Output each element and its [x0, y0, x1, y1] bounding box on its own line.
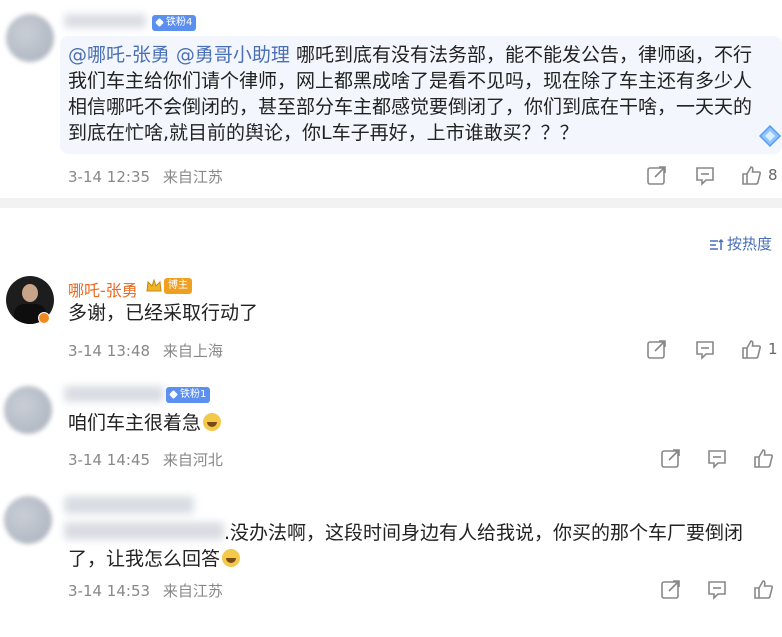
avatar[interactable]: [4, 496, 52, 544]
mention-link[interactable]: @勇哥小助理: [176, 44, 290, 66]
avatar-face: [22, 284, 38, 302]
reply-text-line-1: .没办法啊，这段时间身边有人给我说，你买的那个车厂要倒闭: [224, 522, 744, 544]
laughing-crying-emoji: [203, 413, 222, 431]
comment-line-1: @哪吒-张勇 @勇哥小助理 哪吒到底有没有法务部，能不能发公告，律师函，不行: [68, 42, 768, 68]
reply-2: 铁粉1 咱们车主很着急 3-14 14:45 来自河北: [0, 380, 782, 475]
username[interactable]: 哪吒-张勇: [68, 277, 138, 301]
reply-location: 来自江苏: [162, 582, 223, 600]
thumbs-up-icon[interactable]: [752, 578, 774, 600]
sort-by-hot-button[interactable]: 按热度: [709, 233, 772, 254]
reply-text-block: .没办法啊，这段时间身边有人给我说，你买的那个车厂要倒闭 了，让我怎么回答: [68, 520, 768, 572]
like-count: 1: [768, 340, 778, 358]
crown-icon: [146, 279, 162, 292]
fan-badge: 铁粉4: [152, 15, 197, 31]
avatar[interactable]: [6, 14, 54, 62]
comment-location: 来自江苏: [162, 168, 223, 186]
share-icon[interactable]: [660, 578, 682, 600]
thumbs-up-icon[interactable]: [740, 164, 762, 186]
thumbs-up-icon[interactable]: [752, 447, 774, 469]
reply-location: 来自河北: [162, 451, 223, 469]
comment-meta: 3-14 12:35 来自江苏: [68, 166, 231, 187]
comment-text-line: 我们车主给你们请个律师，网上都黑成啥了是看不见吗，现在除了车主还有多少人: [68, 70, 753, 92]
like-count: 8: [768, 166, 778, 184]
reply-text: 咱们车主很着急: [68, 412, 202, 434]
comment-icon[interactable]: [706, 447, 728, 469]
comment-icon[interactable]: [706, 578, 728, 600]
username-redacted: [64, 386, 164, 402]
share-icon[interactable]: [646, 164, 668, 186]
comment-text-line: 到底在忙啥,就目前的舆论，你L车子再好，上市谁敢买？？？: [68, 122, 579, 144]
reply-date: 3-14 14:53: [68, 582, 151, 600]
thumbs-up-icon[interactable]: [740, 338, 762, 360]
reply-location: 来自上海: [162, 342, 223, 360]
laughing-crying-emoji: [222, 549, 241, 567]
blogger-tag: 博主: [164, 278, 192, 294]
reply-meta: 3-14 14:45 来自河北: [68, 449, 231, 470]
diamond-decoration-icon: [758, 124, 782, 148]
mention-link[interactable]: @哪吒-张勇: [68, 44, 170, 66]
comment-icon[interactable]: [694, 338, 716, 360]
sort-label: 按热度: [726, 235, 772, 253]
reply-text-line-2: 了，让我怎么回答: [68, 546, 768, 572]
section-divider: [0, 198, 782, 208]
comment-text-line: 哪吒到底有没有法务部，能不能发公告，律师函，不行: [295, 44, 752, 66]
reply-1: 哪吒-张勇 博主 多谢，已经采取行动了 3-14 13:48 来自上海 1: [0, 270, 782, 365]
fan-badge: 铁粉1: [166, 387, 211, 403]
reply-date: 3-14 13:48: [68, 342, 151, 360]
sort-icon: [709, 238, 724, 250]
username-redacted: [64, 496, 194, 514]
share-icon[interactable]: [646, 338, 668, 360]
avatar[interactable]: [4, 386, 52, 434]
comment-icon[interactable]: [694, 164, 716, 186]
reply-date: 3-14 14:45: [68, 451, 151, 469]
comment-text: @哪吒-张勇 @勇哥小助理 哪吒到底有没有法务部，能不能发公告，律师函，不行 我…: [68, 42, 768, 146]
comment-1: 铁粉4 @哪吒-张勇 @勇哥小助理 哪吒到底有没有法务部，能不能发公告，律师函，…: [0, 0, 782, 198]
reply-meta: 3-14 13:48 来自上海: [68, 340, 231, 361]
comment-text-line: 相信哪吒不会倒闭的，甚至部分车主都感觉要倒闭了，你们到底在干啥，一天天的: [68, 96, 753, 118]
reply-meta: 3-14 14:53 来自江苏: [68, 580, 231, 601]
reply-text-row: 咱们车主很着急: [68, 410, 222, 436]
reply-text: 多谢，已经采取行动了: [68, 302, 259, 324]
username-redacted: [64, 14, 146, 28]
reply-3: .没办法啊，这段时间身边有人给我说，你买的那个车厂要倒闭 了，让我怎么回答 3-…: [0, 490, 782, 637]
reply-text-line: 了，让我怎么回答: [68, 548, 221, 570]
share-icon[interactable]: [660, 447, 682, 469]
verified-icon: [38, 312, 50, 324]
comment-date: 3-14 12:35: [68, 168, 151, 186]
